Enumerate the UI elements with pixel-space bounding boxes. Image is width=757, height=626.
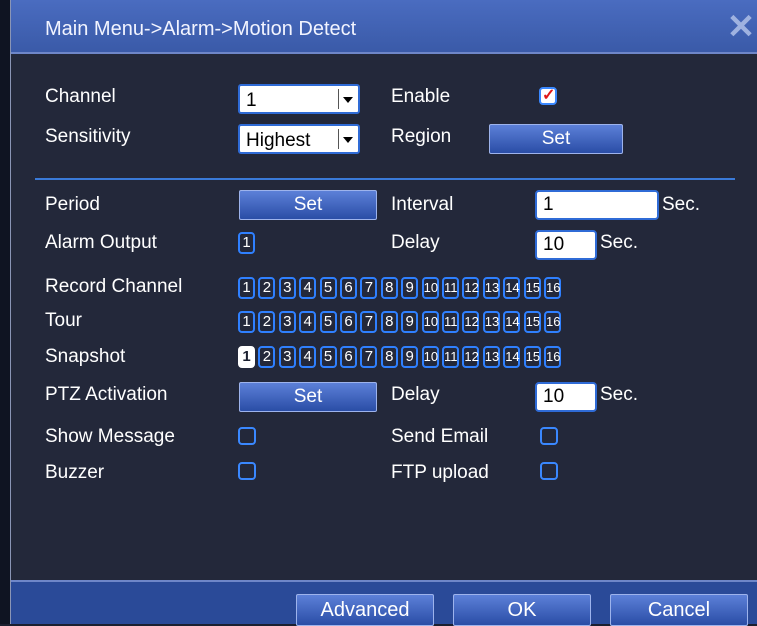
tour-channel-1[interactable]: 1 [238, 311, 255, 333]
snapshot-channel-16[interactable]: 16 [544, 346, 561, 368]
delay-unit: Sec. [600, 232, 639, 253]
ptz-activation-label: PTZ Activation [45, 384, 168, 405]
snapshot-channel-12[interactable]: 12 [462, 346, 480, 368]
record-channel-channel-11[interactable]: 11 [442, 277, 459, 299]
buzzer-label: Buzzer [45, 462, 105, 483]
alarm-output-label: Alarm Output [45, 232, 157, 253]
alarm-output-channel-1[interactable]: 1 [238, 232, 255, 254]
enable-label: Enable [391, 86, 451, 107]
snapshot-channel-9[interactable]: 9 [401, 346, 419, 368]
record-channel-channel-10[interactable]: 10 [421, 277, 439, 299]
channel-value: 1 [246, 90, 257, 111]
snapshot-channel-5[interactable]: 5 [319, 346, 337, 368]
record-channel-channel-7[interactable]: 7 [360, 277, 378, 299]
record-channel-channel-12[interactable]: 12 [462, 277, 480, 299]
ftp-upload-label: FTP upload [391, 462, 489, 483]
tour-channel-16[interactable]: 16 [544, 311, 561, 333]
close-icon[interactable]: ✕ [724, 10, 757, 44]
sensitivity-value: Highest [246, 130, 311, 151]
sensitivity-select[interactable]: Highest [238, 124, 360, 154]
delay-label: Delay [391, 232, 440, 253]
record-channel-channel-9[interactable]: 9 [401, 277, 419, 299]
record-channel-channel-4[interactable]: 4 [299, 277, 317, 299]
snapshot-channel-7[interactable]: 7 [360, 346, 378, 368]
background-strip [0, 0, 10, 624]
interval-input[interactable]: 1 [535, 190, 659, 220]
ptz-delay-input[interactable]: 10 [535, 382, 597, 412]
record-channel-channel-6[interactable]: 6 [340, 277, 357, 299]
snapshot-channel-10[interactable]: 10 [421, 346, 439, 368]
record-channel-channel-3[interactable]: 3 [278, 277, 296, 299]
period-label: Period [45, 194, 100, 215]
snapshot-channel-11[interactable]: 11 [442, 346, 459, 368]
region-set-button[interactable]: Set [489, 124, 623, 154]
cancel-button[interactable]: Cancel [610, 594, 748, 626]
tour-channel-2[interactable]: 2 [258, 311, 276, 333]
send-email-label: Send Email [391, 426, 489, 447]
dialog-title: Main Menu->Alarm->Motion Detect [45, 18, 357, 40]
show-message-label: Show Message [45, 426, 175, 447]
record-channel-channel-8[interactable]: 8 [380, 277, 398, 299]
advanced-button[interactable]: Advanced [296, 594, 434, 626]
channel-label: Channel [45, 86, 116, 107]
tour-channel-11[interactable]: 11 [442, 311, 459, 333]
tour-channel-8[interactable]: 8 [380, 311, 398, 333]
tour-channel-14[interactable]: 14 [503, 311, 521, 333]
tour-channel-12[interactable]: 12 [462, 311, 480, 333]
ok-button[interactable]: OK [453, 594, 591, 626]
tour-channel-7[interactable]: 7 [360, 311, 378, 333]
checkmark-icon: ✓ [542, 87, 556, 104]
tour-channel-10[interactable]: 10 [421, 311, 439, 333]
record-channel-channel-5[interactable]: 5 [319, 277, 337, 299]
chevron-down-icon [338, 89, 356, 109]
tour-channel-6[interactable]: 6 [340, 311, 357, 333]
motion-detect-dialog: Main Menu->Alarm->Motion Detect ✕ Channe… [10, 0, 757, 626]
show-message-checkbox[interactable] [238, 427, 256, 445]
snapshot-channel-8[interactable]: 8 [380, 346, 398, 368]
record-channel-channel-16[interactable]: 16 [544, 277, 561, 299]
snapshot-channel-13[interactable]: 13 [482, 346, 500, 368]
snapshot-channel-15[interactable]: 15 [523, 346, 541, 368]
tour-channel-13[interactable]: 13 [482, 311, 500, 333]
section-divider [35, 178, 735, 180]
send-email-checkbox[interactable] [540, 427, 558, 445]
chevron-down-icon [338, 129, 356, 149]
period-set-button[interactable]: Set [239, 190, 377, 220]
snapshot-label: Snapshot [45, 346, 126, 367]
snapshot-channel-3[interactable]: 3 [278, 346, 296, 368]
snapshot-channel-4[interactable]: 4 [299, 346, 317, 368]
buzzer-checkbox[interactable] [238, 462, 256, 480]
channel-select[interactable]: 1 [238, 84, 360, 114]
record-channel-label: Record Channel [45, 276, 183, 297]
ftp-upload-checkbox[interactable] [540, 462, 558, 480]
snapshot-channel-1[interactable]: 1 [238, 346, 255, 368]
tour-channel-4[interactable]: 4 [299, 311, 317, 333]
record-channel-channel-14[interactable]: 14 [503, 277, 521, 299]
delay-input[interactable]: 10 [535, 230, 597, 260]
record-channel-channel-2[interactable]: 2 [258, 277, 276, 299]
interval-label: Interval [391, 194, 454, 215]
tour-channel-5[interactable]: 5 [319, 311, 337, 333]
record-channel-channel-1[interactable]: 1 [238, 277, 255, 299]
tour-channel-3[interactable]: 3 [278, 311, 296, 333]
record-channel-channel-13[interactable]: 13 [482, 277, 500, 299]
tour-channel-15[interactable]: 15 [523, 311, 541, 333]
tour-label: Tour [45, 310, 82, 331]
region-label: Region [391, 126, 452, 147]
snapshot-channel-2[interactable]: 2 [258, 346, 276, 368]
ptz-set-button[interactable]: Set [239, 382, 377, 412]
snapshot-channel-6[interactable]: 6 [340, 346, 357, 368]
tour-channel-9[interactable]: 9 [401, 311, 419, 333]
snapshot-channel-14[interactable]: 14 [503, 346, 521, 368]
title-bar: Main Menu->Alarm->Motion Detect ✕ [11, 0, 757, 54]
enable-checkbox[interactable]: ✓ [539, 87, 557, 105]
dialog-footer: Advanced OK Cancel [11, 580, 757, 626]
ptz-delay-unit: Sec. [600, 384, 639, 405]
interval-unit: Sec. [662, 194, 701, 215]
ptz-delay-label: Delay [391, 384, 440, 405]
record-channel-channel-15[interactable]: 15 [523, 277, 541, 299]
sensitivity-label: Sensitivity [45, 126, 131, 147]
